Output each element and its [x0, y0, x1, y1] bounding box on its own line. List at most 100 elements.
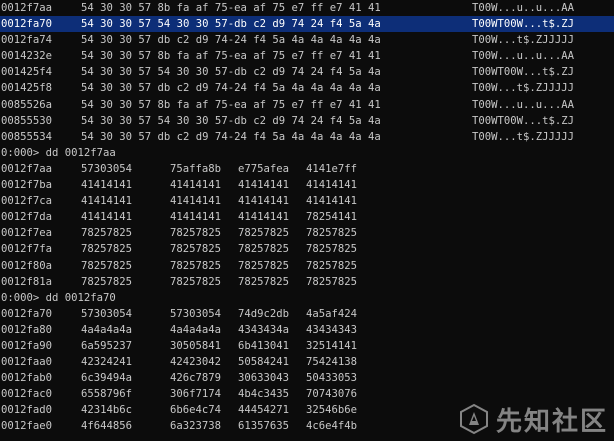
dword-row[interactable]: 0012fa70 57303054 57303054 74d9c2db 4a5af424	[0, 306, 614, 322]
dword-value: 4a4a4a4a	[170, 323, 222, 336]
dword-value: 6a595237	[81, 339, 133, 352]
dword-value: 30505841	[170, 339, 222, 352]
dword-value: 32514141	[306, 339, 358, 352]
dword-value: 41414141	[81, 211, 133, 224]
dword-value: 78257825	[306, 227, 358, 240]
dword-value: 61357635	[238, 420, 290, 433]
dword-value: 41414141	[170, 195, 222, 208]
dword-value: 75424138	[306, 356, 358, 369]
dword-row[interactable]: 0012f80a 78257825 78257825 78257825 78257825	[0, 258, 614, 274]
dword-value: 41414141	[238, 179, 290, 192]
memory-bytes: 54 30 30 57 8b fa af 75-ea af 75 e7 ff e…	[81, 2, 381, 14]
memory-bytes: 54 30 30 57 8b fa af 75-ea af 75 e7 ff e…	[81, 98, 381, 111]
dword-row[interactable]: 0012f7aa 57303054 75affa8b e775afea 4141e7ff	[0, 161, 614, 177]
dword-value: 4a5af424	[306, 307, 358, 320]
dword-row[interactable]: 0012fa80 4a4a4a4a 4a4a4a4a 4343434a 43434343	[0, 322, 614, 338]
dword-row[interactable]: 0012faa0 42324241 42423042 50584241 75424138	[0, 354, 614, 370]
dword-address: 0012f7ea	[1, 227, 53, 240]
dword-value: 42314b6c	[81, 404, 133, 417]
command-text: 0:000> dd 0012f7aa	[1, 146, 116, 159]
memory-ascii: T00WT00W...t$.ZJ	[472, 66, 575, 79]
memory-ascii: T00W...u..u...AA	[472, 50, 575, 63]
memory-ascii: T00W...t$.ZJJJJJ	[472, 34, 575, 47]
memory-row-selected[interactable]: 0012fa70 54 30 30 57 54 30 30 57-db c2 d9…	[0, 16, 614, 33]
memory-address: 0012fa70	[1, 18, 53, 31]
dword-value: 4c6e4f4b	[306, 420, 358, 433]
memory-ascii: T00WT00W...t$.ZJ	[472, 18, 575, 31]
dword-value: 78257825	[170, 275, 222, 288]
dword-value: 43434343	[306, 323, 358, 336]
memory-row[interactable]: 0085526a 54 30 30 57 8b fa af 75-ea af 75…	[0, 97, 614, 113]
dword-row[interactable]: 0012fa90 6a595237 30505841 6b413041 32514141	[0, 338, 614, 354]
memory-ascii: T00W...u..u...AA	[472, 98, 575, 111]
dword-value: 78257825	[306, 275, 358, 288]
dword-value: 78257825	[170, 259, 222, 272]
dword-row[interactable]: 0012f7ca 41414141 41414141 41414141 41414141	[0, 193, 614, 209]
dword-value: 78257825	[306, 259, 358, 272]
dword-value: 4141e7ff	[306, 162, 358, 175]
dword-value: 78257825	[238, 275, 290, 288]
dword-value: 41414141	[170, 211, 222, 224]
memory-row[interactable]: 0012fa74 54 30 30 57 db c2 d9 74-24 f4 5a…	[0, 32, 614, 48]
dword-value: e775afea	[238, 162, 290, 175]
memory-bytes: 54 30 30 57 db c2 d9 74-24 f4 5a 4a 4a 4…	[81, 82, 381, 95]
dword-value: 57303054	[81, 307, 133, 320]
memory-row[interactable]: 00855534 54 30 30 57 db c2 d9 74-24 f4 5a…	[0, 129, 614, 145]
dword-value: 4b4c3435	[238, 388, 290, 401]
memory-address: 00855530	[1, 114, 53, 127]
dword-value: 50433053	[306, 372, 358, 385]
dword-value: 78257825	[238, 259, 290, 272]
dword-address: 0012fa90	[1, 339, 53, 352]
command-line: 0:000> dd 0012fa70	[0, 290, 614, 306]
dword-row[interactable]: 0012f7fa 78257825 78257825 78257825 78257825	[0, 241, 614, 257]
debugger-output-console[interactable]: 0012f7aa 54 30 30 57 8b fa af 75-ea af 75…	[0, 0, 614, 441]
dword-row[interactable]: 0012f7ba 41414141 41414141 41414141 41414141	[0, 177, 614, 193]
dword-value: 57303054	[170, 307, 222, 320]
dword-value: 6558796f	[81, 388, 133, 401]
memory-row[interactable]: 00855530 54 30 30 57 54 30 30 57-db c2 d9…	[0, 113, 614, 129]
memory-address: 00855534	[1, 130, 53, 143]
dword-address: 0012f7ba	[1, 179, 53, 192]
dword-value: 30633043	[238, 372, 290, 385]
dword-address: 0012f7da	[1, 211, 53, 224]
memory-bytes: 54 30 30 57 54 30 30 57-db c2 d9 74 24 f…	[81, 66, 381, 79]
memory-row[interactable]: 001425f8 54 30 30 57 db c2 d9 74-24 f4 5a…	[0, 80, 614, 96]
dword-value: 75affa8b	[170, 162, 222, 175]
dword-value: 41414141	[306, 195, 358, 208]
memory-row[interactable]: 0012f7aa 54 30 30 57 8b fa af 75-ea af 75…	[0, 0, 614, 16]
xianzhi-logo-icon	[459, 403, 488, 435]
dword-row[interactable]: 0012f81a 78257825 78257825 78257825 78257825	[0, 274, 614, 290]
dword-row[interactable]: 0012fab0 6c39494a 426c7879 30633043 50433053	[0, 370, 614, 386]
dword-value: 78257825	[238, 227, 290, 240]
watermark-text: 先知社区	[495, 406, 608, 437]
memory-ascii: T00W...t$.ZJJJJJ	[472, 130, 575, 143]
dword-address: 0012faa0	[1, 356, 53, 369]
dword-value: 32546b6e	[306, 404, 358, 417]
dword-address: 0012f7fa	[1, 243, 53, 256]
dword-row[interactable]: 0012f7ea 78257825 78257825 78257825 78257825	[0, 225, 614, 241]
memory-address: 0012f7aa	[1, 2, 53, 14]
dword-address: 0012f80a	[1, 259, 53, 272]
dword-address: 0012fab0	[1, 372, 53, 385]
memory-row[interactable]: 0014232e 54 30 30 57 8b fa af 75-ea af 75…	[0, 48, 614, 64]
dword-address: 0012fac0	[1, 388, 53, 401]
watermark: 先知社区	[458, 401, 608, 437]
dword-address: 0012f81a	[1, 275, 53, 288]
dword-value: 41414141	[81, 195, 133, 208]
memory-address: 001425f8	[1, 82, 53, 95]
memory-address: 0085526a	[1, 98, 53, 111]
dword-value: 57303054	[81, 162, 133, 175]
memory-row[interactable]: 001425f4 54 30 30 57 54 30 30 57-db c2 d9…	[0, 64, 614, 80]
dword-value: 70743076	[306, 388, 358, 401]
dword-value: 42423042	[170, 356, 222, 369]
dword-value: 6a323738	[170, 420, 222, 433]
dword-value: 41414141	[170, 179, 222, 192]
dword-row[interactable]: 0012f7da 41414141 41414141 41414141 78254141	[0, 209, 614, 225]
dword-address: 0012f7ca	[1, 195, 53, 208]
dword-value: 6b413041	[238, 339, 290, 352]
dword-address: 0012fa70	[1, 307, 53, 320]
dword-value: 306f7174	[170, 388, 222, 401]
dword-value: 6c39494a	[81, 372, 133, 385]
memory-bytes: 54 30 30 57 8b fa af 75-ea af 75 e7 ff e…	[81, 50, 381, 63]
memory-bytes: 54 30 30 57 54 30 30 57-db c2 d9 74 24 f…	[81, 114, 381, 127]
